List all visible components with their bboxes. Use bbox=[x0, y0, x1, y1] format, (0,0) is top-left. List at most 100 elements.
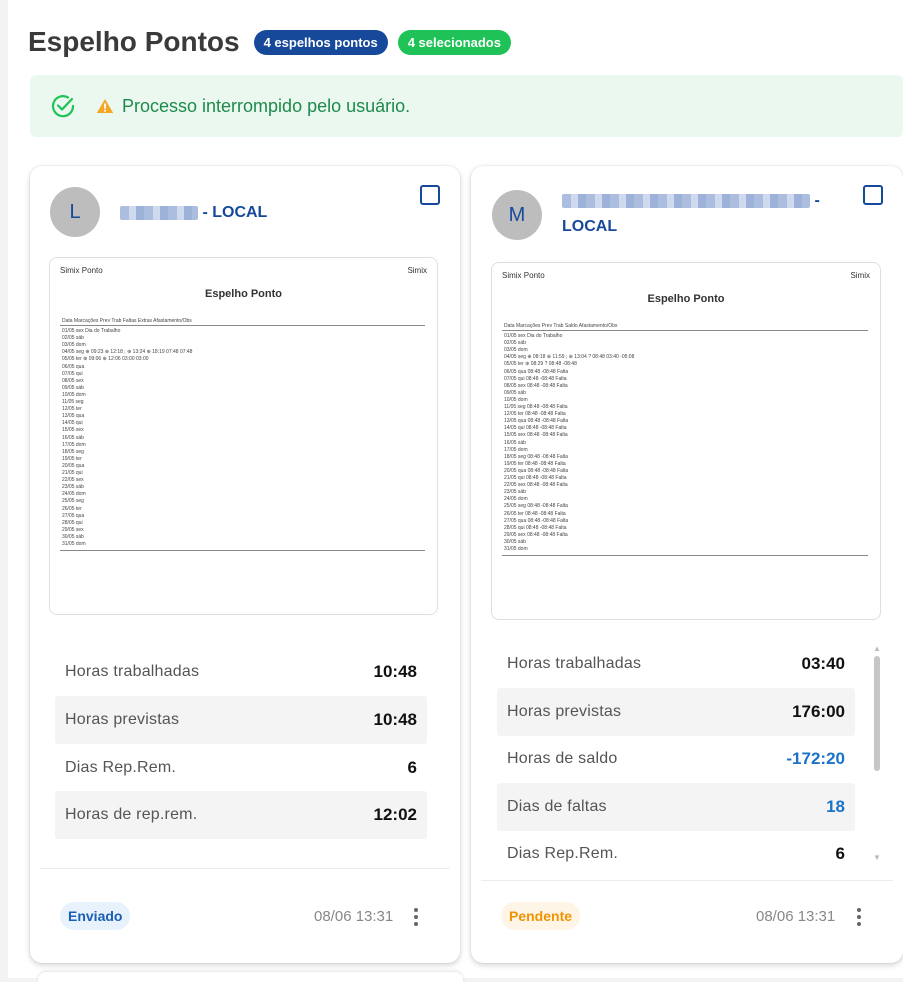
doc-row: 03/05 dom bbox=[504, 347, 528, 354]
doc-divider bbox=[502, 330, 868, 331]
doc-row: 01/05 sex Dia do Trabalho bbox=[504, 333, 563, 339]
select-checkbox[interactable] bbox=[420, 185, 440, 205]
doc-row: 20/05 qua bbox=[62, 462, 85, 469]
status-alert: Processo interrompido pelo usuário. bbox=[30, 75, 903, 137]
doc-row: 22/05 sex 08:48 -08:48 Falta bbox=[504, 482, 568, 489]
doc-row: 21/05 qui bbox=[62, 470, 83, 476]
doc-columns: Data Marcações Prev Trab Saldo Afastamen… bbox=[504, 323, 618, 329]
doc-row: 27/05 qua bbox=[62, 512, 85, 519]
doc-row: 04/05 seg ⊕ 08:18 ⊕ 11:59 ; ⊕ 13:04 ? 08… bbox=[504, 354, 635, 361]
doc-row: 31/05 dom bbox=[504, 546, 528, 552]
doc-row: 18/05 seg 08:48 -08:48 Falta bbox=[504, 453, 568, 460]
stat-value: 6 bbox=[835, 844, 845, 863]
scroll-down-icon[interactable]: ▼ bbox=[873, 853, 881, 862]
status-badge: Pendente bbox=[501, 902, 581, 930]
stat-label: Horas previstas bbox=[507, 703, 622, 720]
doc-row: 08/05 sex 08:48 -08:48 Falta bbox=[504, 382, 568, 389]
stat-value: 6 bbox=[407, 758, 417, 777]
doc-row: 08/05 sex bbox=[62, 377, 84, 384]
avatar: M bbox=[492, 190, 542, 240]
doc-row: 07/05 qui 08:48 -08:48 Falta bbox=[504, 375, 567, 382]
doc-row: 11/05 seg 08:48 -08:48 Falta bbox=[504, 404, 568, 410]
page: Espelho Pontos 4 espelhos pontos 4 selec… bbox=[8, 0, 903, 982]
doc-row: 17/05 dom bbox=[504, 446, 528, 453]
stat-row: Dias Rep.Rem. 6 bbox=[497, 830, 855, 878]
employee-card[interactable]: L - LOCAL Simix Ponto Simix Espelho Pont… bbox=[30, 166, 460, 963]
doc-row: 05/05 ter ⊕ 08:29 ? 08:48 -08:48 bbox=[504, 361, 577, 368]
card-divider bbox=[40, 868, 450, 869]
alert-message: Processo interrompido pelo usuário. bbox=[122, 95, 411, 116]
avatar: L bbox=[50, 187, 100, 237]
select-checkbox[interactable] bbox=[863, 185, 883, 205]
doc-row: 28/05 qui bbox=[62, 519, 83, 526]
doc-divider bbox=[60, 550, 425, 551]
scrollbar-thumb[interactable] bbox=[874, 656, 880, 771]
stat-value: 18 bbox=[826, 797, 845, 816]
doc-title: Espelho Ponto bbox=[205, 288, 282, 300]
doc-brand-right: Simix bbox=[407, 266, 427, 275]
doc-brand-left: Simix Ponto bbox=[60, 266, 103, 275]
doc-row: 26/05 ter bbox=[62, 505, 82, 512]
doc-row: 21/05 qui 08:48 -08:48 Falta bbox=[504, 475, 567, 481]
stat-value: 03:40 bbox=[801, 654, 845, 673]
doc-columns: Data Marcações Prev Trab Faltas Extras A… bbox=[62, 318, 192, 324]
timestamp: 08/06 13:31 bbox=[314, 908, 394, 925]
doc-row: 06/05 qua bbox=[62, 363, 85, 370]
doc-row: 11/05 seg bbox=[62, 399, 84, 405]
employee-name[interactable]: - LOCAL bbox=[120, 200, 267, 226]
timestamp: 08/06 13:31 bbox=[756, 908, 836, 925]
document-preview[interactable]: Simix Ponto Simix Espelho Ponto Data Mar… bbox=[49, 257, 438, 615]
stat-label: Horas trabalhadas bbox=[65, 663, 200, 680]
doc-brand-right: Simix bbox=[850, 271, 870, 280]
employee-location: LOCAL bbox=[562, 218, 618, 235]
more-options-icon[interactable] bbox=[854, 907, 864, 927]
employee-card[interactable]: M - LOCAL Simix Ponto Simix Espelho Pont… bbox=[471, 166, 903, 963]
doc-row: 16/05 sáb bbox=[504, 439, 526, 446]
selected-count-badge: 4 selecionados bbox=[397, 29, 511, 55]
doc-row: 25/05 seg bbox=[62, 498, 84, 505]
doc-row: 18/05 seg bbox=[62, 448, 84, 455]
stat-row: Horas de rep.rem. 12:02 bbox=[55, 791, 427, 839]
doc-row: 07/05 qui bbox=[62, 370, 83, 377]
stat-row: Horas previstas 176:00 bbox=[497, 688, 855, 736]
doc-row: 12/05 ter bbox=[62, 406, 82, 413]
stat-row: Horas trabalhadas 10:48 bbox=[55, 648, 427, 696]
doc-row: 20/05 qua 08:48 -08:48 Falta bbox=[504, 467, 569, 474]
doc-row: 02/05 sáb bbox=[62, 335, 84, 342]
doc-row: 09/05 sáb bbox=[504, 389, 526, 396]
redacted-name bbox=[120, 205, 198, 220]
doc-divider bbox=[502, 555, 868, 556]
doc-row: 04/05 seg ⊕ 09:23 ⊕ 12:18 ; ⊕ 13:24 ⊕ 18… bbox=[62, 349, 193, 356]
doc-row: 15/05 sex 08:48 -08:48 Falta bbox=[504, 432, 568, 439]
status-badge: Enviado bbox=[60, 902, 131, 930]
employee-name-suffix: - bbox=[814, 192, 820, 209]
employee-name[interactable]: - LOCAL bbox=[562, 188, 820, 240]
doc-row: 06/05 qua 08:48 -08:48 Falta bbox=[504, 368, 569, 375]
doc-row: 09/05 sáb bbox=[62, 384, 84, 391]
warning-triangle-icon bbox=[96, 99, 114, 113]
doc-row: 23/05 sáb bbox=[62, 484, 84, 491]
doc-row: 24/05 dom bbox=[62, 491, 86, 498]
check-circle-icon bbox=[51, 95, 75, 118]
doc-row: 14/05 qui bbox=[62, 420, 83, 427]
document-preview[interactable]: Simix Ponto Simix Espelho Ponto Data Mar… bbox=[491, 262, 881, 620]
doc-row: 05/05 ter ⊕ 09:06 ⊕ 12:06 03:00 03:00 bbox=[62, 356, 149, 363]
doc-row: 26/05 ter 08:48 -08:48 Falta bbox=[504, 510, 566, 517]
doc-row: 13/05 qua bbox=[62, 413, 85, 420]
doc-row: 14/05 qui 08:48 -08:48 Falta bbox=[504, 425, 567, 432]
page-title: Espelho Pontos bbox=[28, 26, 240, 57]
card-divider bbox=[481, 880, 893, 881]
doc-row: 19/05 ter bbox=[62, 455, 82, 462]
redacted-name bbox=[562, 193, 810, 208]
stat-label: Dias de faltas bbox=[507, 798, 607, 815]
doc-row: 10/05 dom bbox=[504, 396, 528, 403]
stat-row: Horas previstas 10:48 bbox=[55, 696, 427, 744]
employee-card[interactable] bbox=[38, 972, 463, 982]
doc-divider bbox=[60, 325, 425, 326]
more-options-icon[interactable] bbox=[411, 907, 421, 927]
scroll-up-icon[interactable]: ▲ bbox=[873, 644, 881, 653]
doc-brand-left: Simix Ponto bbox=[502, 271, 545, 280]
doc-row: 29/05 sex 08:48 -08:48 Falta bbox=[504, 531, 568, 538]
stat-label: Horas de saldo bbox=[507, 750, 618, 767]
stat-row: Dias Rep.Rem. 6 bbox=[55, 744, 427, 792]
